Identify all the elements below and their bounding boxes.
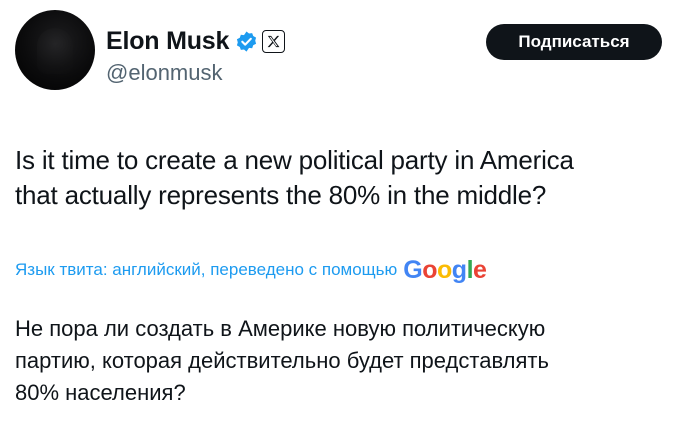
tweet-card: Elon Musk @elonmusk Подписаться Is it ti… <box>0 0 690 426</box>
verified-badge-icon[interactable] <box>235 30 258 53</box>
author-name-row: Elon Musk <box>106 24 286 58</box>
google-logo: Google <box>403 255 487 284</box>
author-name[interactable]: Elon Musk <box>106 27 229 56</box>
subscribe-button[interactable]: Подписаться <box>486 24 662 60</box>
translated-text: Не пора ли создать в Америке новую полит… <box>15 316 549 405</box>
translation-attribution: Язык твита: английский, переведено с пом… <box>15 255 487 285</box>
x-logo-icon[interactable] <box>262 29 286 53</box>
translation-label[interactable]: Язык твита: английский, переведено с пом… <box>15 260 397 280</box>
author-handle[interactable]: @elonmusk <box>106 60 223 86</box>
avatar[interactable] <box>15 10 95 90</box>
tweet-text: Is it time to create a new political par… <box>15 145 574 210</box>
avatar-silhouette <box>37 28 73 74</box>
